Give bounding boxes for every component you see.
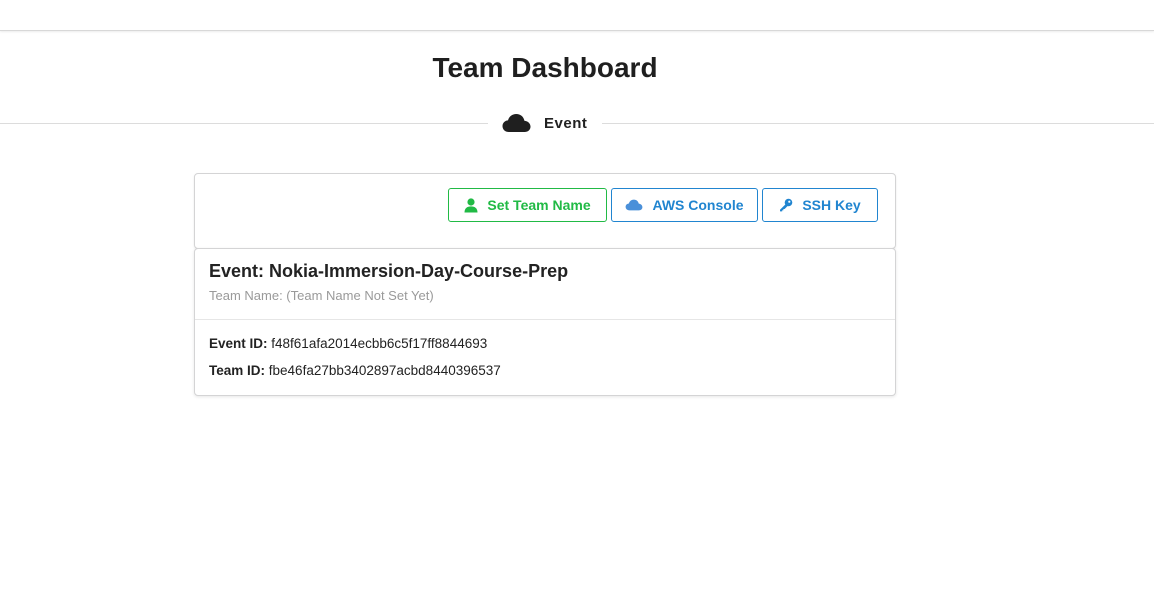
- event-card-divider: [195, 319, 895, 320]
- team-id-row: Team ID: fbe46fa27bb3402897acbd844039653…: [209, 363, 501, 378]
- cloud-icon: [502, 114, 531, 132]
- aws-console-label: AWS Console: [652, 197, 744, 213]
- aws-console-button[interactable]: AWS Console: [611, 188, 758, 222]
- user-icon: [464, 197, 478, 212]
- team-id-value: fbe46fa27bb3402897acbd8440396537: [268, 363, 501, 378]
- top-bar: [0, 0, 1154, 31]
- event-id-label: Event ID:: [209, 336, 268, 351]
- cloud-icon: [626, 199, 643, 211]
- event-id-row: Event ID: f48f61afa2014ecbb6c5f17ff88446…: [209, 336, 487, 351]
- team-name-meta: Team Name: (Team Name Not Set Yet): [209, 288, 434, 303]
- event-title: Event: Nokia-Immersion-Day-Course-Prep: [209, 261, 569, 281]
- set-team-name-label: Set Team Name: [487, 197, 591, 213]
- section-label: Event: [544, 114, 588, 132]
- ssh-key-label: SSH Key: [802, 197, 861, 213]
- section-divider-left: [0, 123, 488, 124]
- team-id-label: Team ID:: [209, 363, 266, 378]
- ssh-key-button[interactable]: SSH Key: [762, 188, 878, 222]
- event-id-value: f48f61afa2014ecbb6c5f17ff8844693: [271, 336, 488, 351]
- section-header-event: Event: [502, 112, 587, 134]
- key-icon: [780, 198, 793, 212]
- event-card: Event: Nokia-Immersion-Day-Course-Prep T…: [194, 248, 896, 396]
- actions-card: Set Team Name AWS Console SSH Key: [194, 173, 896, 249]
- section-divider-right: [602, 123, 1154, 124]
- page-title: Team Dashboard: [432, 52, 658, 83]
- set-team-name-button[interactable]: Set Team Name: [448, 188, 607, 222]
